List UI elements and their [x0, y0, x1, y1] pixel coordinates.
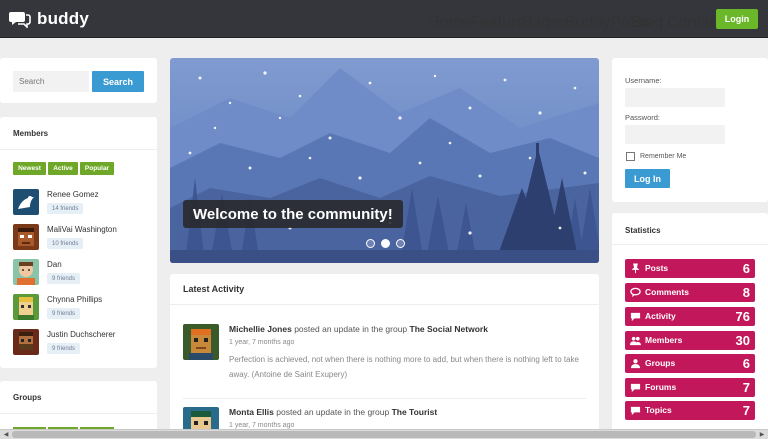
hero-slider[interactable]: Welcome to the community! — [170, 58, 599, 263]
search-input[interactable] — [13, 71, 89, 92]
slider-dot-3[interactable] — [396, 239, 405, 248]
activity-title: Latest Activity — [183, 284, 245, 294]
site-logo[interactable]: buddy — [9, 8, 89, 30]
pin-icon — [631, 263, 640, 274]
stat-forums[interactable]: Forums 7 — [625, 378, 755, 397]
speech-bubbles-icon — [9, 12, 31, 28]
member-item[interactable]: Renee Gomez 14 friends — [13, 189, 153, 217]
member-name[interactable]: Chynna Phillips — [47, 295, 102, 304]
comments-icon — [630, 287, 641, 298]
member-name[interactable]: MaliVai Washington — [47, 225, 117, 234]
member-name[interactable]: Justin Duchscherer — [47, 330, 115, 339]
login-widget: Username: Password: Remember Me Log In — [612, 58, 768, 202]
nav-home[interactable]: Home — [428, 14, 471, 32]
member-item[interactable]: Dan 9 friends — [13, 259, 153, 287]
member-item[interactable]: Chynna Phillips 9 friends — [13, 294, 153, 322]
horizontal-scrollbar[interactable]: ◀ ▶ — [0, 429, 768, 439]
divider — [183, 398, 586, 399]
nav-pages[interactable]: Pages — [522, 14, 567, 32]
stat-activity[interactable]: Activity 76 — [625, 307, 755, 326]
login-button[interactable]: Login — [716, 9, 758, 29]
avatar[interactable] — [13, 259, 39, 285]
divider — [0, 413, 157, 414]
activity-group-link[interactable]: The Social Network — [410, 324, 488, 334]
logo-text: buddy — [37, 9, 89, 28]
activity-time[interactable]: 1 year, 7 months ago — [229, 339, 294, 346]
activity-group-link[interactable]: The Tourist — [392, 407, 438, 417]
statistics-title: Statistics — [625, 226, 661, 235]
friends-badge: 14 friends — [47, 203, 84, 214]
member-item[interactable]: Justin Duchscherer 9 friends — [13, 329, 153, 357]
divider — [612, 244, 768, 245]
nav-contact[interactable]: Contact — [667, 14, 722, 32]
tab-popular[interactable]: Popular — [80, 162, 114, 175]
friends-badge: 9 friends — [47, 343, 81, 354]
remember-me-label: Remember Me — [640, 153, 687, 160]
activity-text: Michellie Jones posted an update in the … — [229, 324, 488, 334]
stat-topics[interactable]: Topics 7 — [625, 401, 755, 420]
friends-badge: 10 friends — [47, 238, 84, 249]
stat-comments[interactable]: Comments 8 — [625, 283, 755, 302]
activity-text: Monta Ellis posted an update in the grou… — [229, 407, 438, 417]
scrollbar-thumb[interactable] — [12, 431, 756, 438]
avatar[interactable] — [13, 189, 39, 215]
username-label: Username: — [625, 76, 662, 85]
tab-active[interactable]: Active — [48, 162, 78, 175]
members-title: Members — [13, 129, 49, 138]
friends-badge: 9 friends — [47, 273, 81, 284]
slider-dot-1[interactable] — [366, 239, 375, 248]
slider-dot-2[interactable] — [381, 239, 390, 248]
stat-posts[interactable]: Posts 6 — [625, 259, 755, 278]
users-icon — [630, 336, 641, 346]
avatar[interactable] — [13, 329, 39, 355]
password-label: Password: — [625, 113, 661, 122]
log-in-button[interactable]: Log In — [625, 169, 670, 188]
groups-icon — [630, 359, 641, 369]
statistics-widget: Statistics Posts 6 Comments 8 Activity 7… — [612, 213, 768, 439]
scroll-left-arrow-icon[interactable]: ◀ — [1, 431, 11, 439]
search-button[interactable]: Search — [92, 71, 144, 92]
activity-time[interactable]: 1 year, 7 months ago — [229, 422, 294, 429]
activity-user-link[interactable]: Michellie Jones — [229, 324, 292, 334]
nav-blog[interactable]: Blog — [631, 14, 663, 32]
divider — [0, 149, 157, 150]
top-navbar: buddy Home Features Pages BuddyPress Blo… — [0, 0, 768, 38]
password-field[interactable] — [625, 125, 725, 144]
friends-badge: 9 friends — [47, 308, 81, 319]
username-field[interactable] — [625, 88, 725, 107]
avatar[interactable] — [13, 294, 39, 320]
stat-groups[interactable]: Groups 6 — [625, 354, 755, 373]
member-name[interactable]: Dan — [47, 260, 62, 269]
topics-icon — [630, 406, 641, 416]
avatar[interactable] — [13, 224, 39, 250]
chat-icon — [630, 312, 641, 322]
activity-content: Perfection is achieved, not when there i… — [229, 355, 579, 379]
groups-title: Groups — [13, 393, 42, 402]
tab-newest[interactable]: Newest — [13, 162, 46, 175]
forums-icon — [630, 383, 641, 393]
member-item[interactable]: MaliVai Washington 10 friends — [13, 224, 153, 252]
scroll-right-arrow-icon[interactable]: ▶ — [757, 431, 767, 439]
activity-user-link[interactable]: Monta Ellis — [229, 407, 274, 417]
divider — [170, 304, 599, 305]
stat-members[interactable]: Members 30 — [625, 331, 755, 350]
hero-caption: Welcome to the community! — [183, 200, 403, 228]
winter-forest-image — [170, 58, 599, 263]
member-name[interactable]: Renee Gomez — [47, 190, 99, 199]
remember-me-checkbox[interactable] — [626, 152, 635, 161]
avatar[interactable] — [183, 324, 219, 360]
activity-widget: Latest Activity Michellie Jones posted a… — [170, 274, 599, 439]
search-widget: Search — [0, 58, 157, 103]
